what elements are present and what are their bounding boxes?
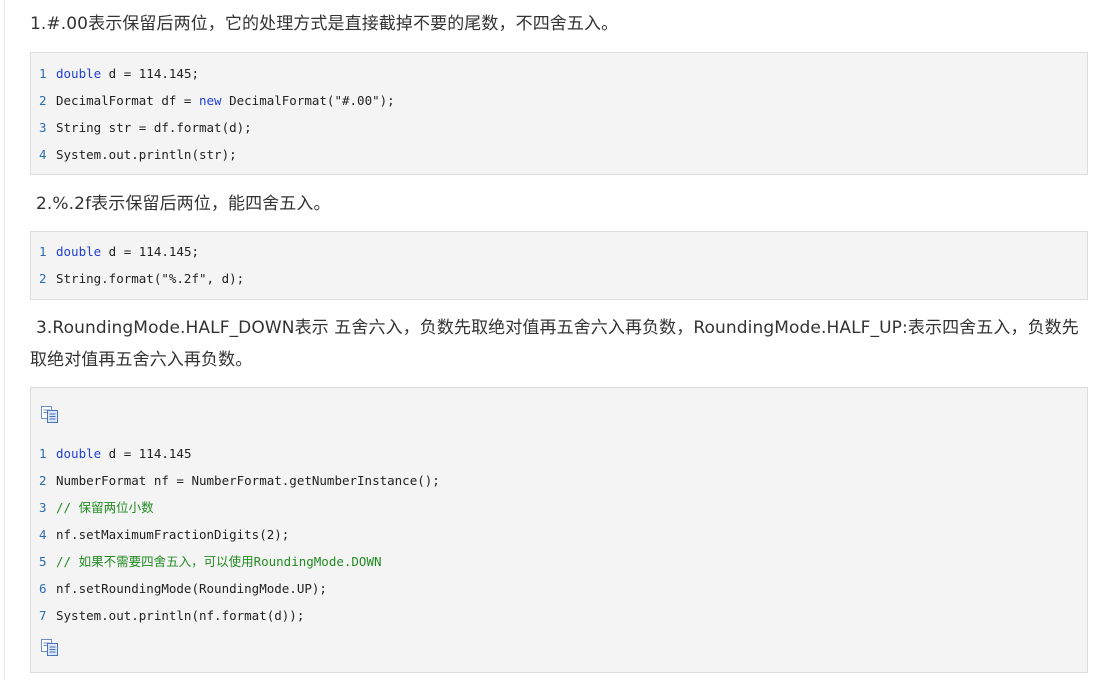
code-line: 2 String.format("%.2f", d);: [31, 265, 1087, 292]
code-line: 2 DecimalFormat df = new DecimalFormat("#…: [31, 87, 1087, 114]
copy-code-icon[interactable]: [40, 404, 60, 424]
code-comment: // 保留两位小数: [56, 500, 154, 515]
line-number: 1: [39, 244, 47, 259]
code-line: 3 // 保留两位小数: [31, 494, 1087, 521]
code-line: 1 double d = 114.145;: [31, 238, 1087, 265]
content-left-border: [4, 0, 5, 680]
code-text: String.format("%.2f", d);: [56, 271, 245, 286]
section-1-heading: 1.#.00表示保留后两位，它的处理方式是直接截掉不要的尾数，不四舍五入。: [30, 14, 619, 34]
code-text: d = 114.145: [101, 446, 192, 461]
line-number: 6: [39, 581, 47, 596]
keyword: double: [56, 446, 102, 461]
code-text: nf.setRoundingMode(RoundingMode.UP);: [56, 581, 327, 596]
line-number: 5: [39, 554, 47, 569]
section-2-heading: 2.%.2f表示保留后两位，能四舍五入。: [36, 194, 331, 214]
line-number: 1: [39, 446, 47, 461]
line-number: 4: [39, 147, 47, 162]
copy-code-icon[interactable]: [40, 637, 60, 657]
code-line: 3 String str = df.format(d);: [31, 114, 1087, 141]
line-number: 2: [39, 473, 47, 488]
line-number: 3: [39, 120, 47, 135]
code-block-2: 1 double d = 114.145; 2 String.format("%.2…: [30, 231, 1088, 300]
code-comment: // 如果不需要四舍五入，可以使用RoundingMode.DOWN: [56, 554, 382, 569]
line-number: 4: [39, 527, 47, 542]
code-text: d = 114.145;: [101, 244, 199, 259]
code-block-1: 1 double d = 114.145; 2 DecimalFormat df =…: [30, 52, 1088, 175]
code-text: NumberFormat nf = NumberFormat.getNumber…: [56, 473, 440, 488]
code-text: System.out.println(nf.format(d));: [56, 608, 305, 623]
code-text: d = 114.145;: [101, 66, 199, 81]
code-block-3: 1 double d = 114.145 2 NumberFormat nf = N…: [30, 387, 1088, 673]
code-text: DecimalFormat df =: [56, 93, 199, 108]
code-line: 4 System.out.println(str);: [31, 141, 1087, 168]
code-line: 1 double d = 114.145;: [31, 60, 1087, 87]
keyword: double: [56, 244, 102, 259]
code-line: 6 nf.setRoundingMode(RoundingMode.UP);: [31, 575, 1087, 602]
code-line: 1 double d = 114.145: [31, 440, 1087, 467]
code-line: 2 NumberFormat nf = NumberFormat.getNumbe…: [31, 467, 1087, 494]
code-text: String str = df.format(d);: [56, 120, 252, 135]
code-text: System.out.println(str);: [56, 147, 237, 162]
code-line: 7 System.out.println(nf.format(d));: [31, 602, 1087, 629]
code-text: nf.setMaximumFractionDigits(2);: [56, 527, 290, 542]
line-number: 2: [39, 271, 47, 286]
code-line: 4 nf.setMaximumFractionDigits(2);: [31, 521, 1087, 548]
line-number: 7: [39, 608, 47, 623]
line-number: 2: [39, 93, 47, 108]
line-number: 3: [39, 500, 47, 515]
section-3-heading: 3.RoundingMode.HALF_DOWN表示 五舍六入，负数先取绝对值再…: [30, 318, 1079, 370]
keyword: double: [56, 66, 102, 81]
line-number: 1: [39, 66, 47, 81]
code-text: DecimalFormat("#.00");: [221, 93, 395, 108]
keyword: new: [199, 93, 222, 108]
code-line: 5 // 如果不需要四舍五入，可以使用RoundingMode.DOWN: [31, 548, 1087, 575]
